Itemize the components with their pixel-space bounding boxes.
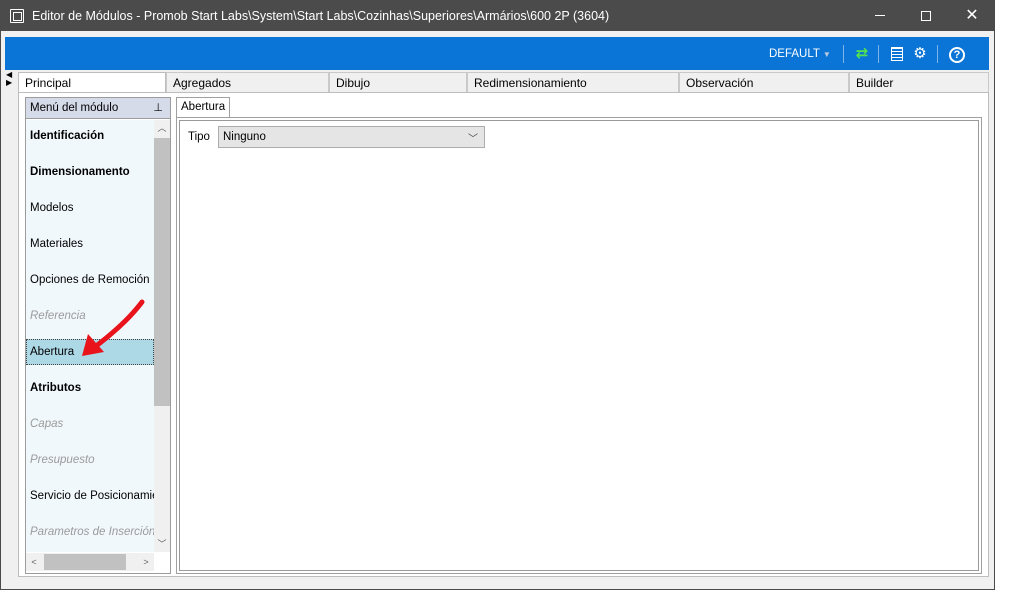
tab-abertura[interactable]: Abertura (176, 97, 230, 118)
horizontal-scrollbar[interactable]: < > (26, 553, 154, 571)
toolbar: DEFAULT ▼ ⇄ ⚙ ? (5, 37, 989, 70)
menu-item-dimensionamento[interactable]: Dimensionamento (26, 159, 154, 185)
scrollbar-thumb[interactable] (154, 138, 170, 406)
tab-observacion[interactable]: Observación (679, 72, 849, 93)
tab-builder[interactable]: Builder (849, 72, 989, 93)
chevron-down-icon: ﹀ (468, 134, 478, 145)
menu-item-atributos[interactable]: Atributos (26, 375, 154, 401)
minimize-button[interactable] (857, 1, 903, 31)
tab-redimensionamiento[interactable]: Redimensionamiento (467, 72, 679, 93)
abertura-panel-inner: Tipo Ninguno ﹀ (179, 120, 979, 571)
profile-dropdown[interactable]: DEFAULT ▼ (769, 48, 831, 60)
vertical-scrollbar[interactable]: ︿ ﹀ (154, 120, 170, 552)
tipo-select-value: Ninguno (223, 131, 266, 143)
scroll-right-icon[interactable]: > (138, 553, 154, 571)
toolbar-separator (878, 45, 879, 63)
tab-scroll-arrows[interactable]: ◀ ▶ (6, 71, 16, 87)
menu-item-materiales[interactable]: Materiales (26, 231, 154, 257)
menu-item-presupuesto[interactable]: Presupuesto (26, 447, 154, 473)
title-bar[interactable]: Editor de Módulos - Promob Start Labs\Sy… (1, 1, 994, 31)
toolbar-separator (843, 45, 844, 63)
pin-icon[interactable]: ⊥ (153, 101, 163, 114)
annotation-arrow-icon (82, 299, 145, 356)
close-icon: ✕ (965, 7, 979, 24)
toolbar-separator (937, 45, 938, 63)
scroll-down-icon[interactable]: ﹀ (154, 536, 170, 552)
minimize-icon (875, 15, 885, 17)
menu-item-servicio-posicionamiento[interactable]: Servicio de Posicionamie (26, 483, 154, 509)
maximize-button[interactable] (903, 1, 949, 31)
profile-label: DEFAULT (769, 48, 820, 60)
maximize-icon (921, 10, 931, 21)
scroll-up-icon[interactable]: ︿ (154, 120, 170, 136)
app-icon (10, 9, 24, 23)
arrow-right-icon[interactable]: ▶ (6, 79, 16, 87)
scrollbar-thumb[interactable] (44, 554, 126, 570)
tab-principal[interactable]: Principal (18, 72, 166, 94)
close-button[interactable]: ✕ (949, 1, 995, 31)
help-icon[interactable]: ? (948, 45, 966, 63)
tipo-label: Tipo (188, 131, 210, 143)
tipo-select[interactable]: Ninguno ﹀ (218, 126, 485, 148)
tab-dibujo[interactable]: Dibujo (329, 72, 467, 93)
menu-item-capas[interactable]: Capas (26, 411, 154, 437)
table-icon[interactable] (888, 45, 906, 63)
gears-icon[interactable]: ⚙ (911, 45, 929, 63)
menu-item-identificacion[interactable]: Identificación (26, 123, 154, 149)
menu-item-opciones-remocion[interactable]: Opciones de Remoción (26, 267, 154, 293)
scroll-left-icon[interactable]: < (26, 553, 42, 571)
window-title: Editor de Módulos - Promob Start Labs\Sy… (32, 9, 610, 23)
menu-item-modelos[interactable]: Modelos (26, 195, 154, 221)
refresh-icon[interactable]: ⇄ (853, 45, 871, 63)
chevron-down-icon: ▼ (822, 50, 831, 59)
main-tabs: Principal Agregados Dibujo Redimensionam… (18, 72, 989, 94)
module-menu-header: Menú del módulo ⊥ (26, 98, 170, 119)
tab-agregados[interactable]: Agregados (166, 72, 329, 93)
abertura-panel: Tipo Ninguno ﹀ (176, 117, 982, 574)
menu-item-parametros-insercion[interactable]: Parametros de Inserción (26, 519, 154, 545)
